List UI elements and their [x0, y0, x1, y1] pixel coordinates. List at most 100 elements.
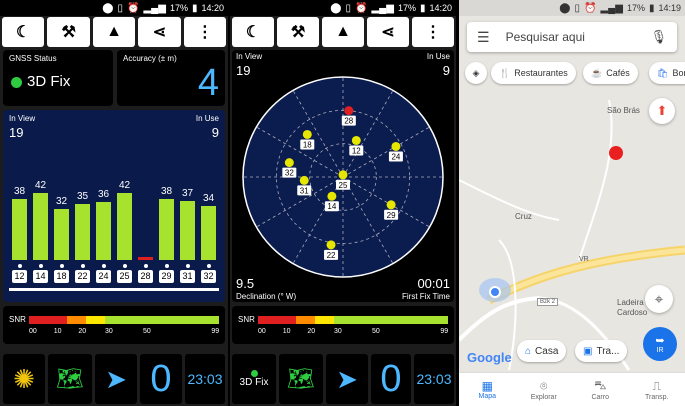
- gnss-status-label: GNSS Status: [9, 54, 57, 63]
- world-map-icon: 🗺: [56, 366, 84, 391]
- crosshair-icon: ⌖: [654, 290, 664, 308]
- my-location-button[interactable]: ⌖: [645, 285, 673, 313]
- compass-tile[interactable]: ➤: [95, 354, 137, 404]
- signal-icon: ▂▄▆: [143, 2, 166, 14]
- accuracy-label: Accuracy (± m): [123, 54, 177, 63]
- hamburger-menu-icon[interactable]: ☰: [477, 29, 490, 46]
- accuracy-value: 4: [197, 62, 219, 104]
- compass-icon: ➤: [105, 363, 127, 394]
- vibrate-icon: ▯: [117, 2, 124, 14]
- chip-cafes[interactable]: ☕ Cafés: [583, 62, 638, 84]
- prn-label: 25: [117, 270, 132, 283]
- selected-place-marker: [609, 146, 623, 160]
- zero-tile[interactable]: 0: [371, 354, 411, 404]
- satellite-marker: [299, 175, 309, 185]
- tools-button[interactable]: ⚒: [277, 17, 319, 47]
- satellite-marker: [327, 191, 337, 201]
- prn-label: 31: [180, 270, 195, 283]
- zero-value: 0: [150, 357, 172, 400]
- chip-label: Cafés: [606, 68, 630, 78]
- map-icon: ▦: [481, 379, 493, 393]
- time-value: 23:03: [416, 371, 452, 387]
- search-input[interactable]: Pesquisar aqui: [506, 30, 651, 44]
- tools-button[interactable]: ⚒: [47, 17, 90, 47]
- satellite-prn: 28: [344, 117, 353, 126]
- toolbar: ☾ ⚒ ▲ ⋖ ⋮: [232, 17, 454, 47]
- night-mode-button[interactable]: ☾: [232, 17, 274, 47]
- battery-level: 17%: [626, 3, 645, 13]
- chip-restaurants[interactable]: 🍴 Restaurantes: [491, 62, 576, 84]
- time-tile[interactable]: 23:03: [414, 354, 454, 404]
- snr-bar: [96, 202, 111, 260]
- chip-label: Bor: [672, 68, 685, 78]
- satellite-prn: 12: [352, 146, 361, 155]
- clock: 14:19: [658, 3, 681, 13]
- chip-bars[interactable]: 🛍 Bor: [649, 62, 685, 84]
- snr-value-label: 36: [97, 189, 110, 201]
- nav-driving[interactable]: ⛍ Carro: [572, 373, 629, 406]
- sky-icon: ✺: [13, 363, 35, 394]
- microphone-icon[interactable]: 🎙: [650, 29, 667, 45]
- tools-icon: ⚒: [61, 24, 76, 41]
- satellite-prn: 18: [303, 140, 312, 149]
- compass-icon: ➤: [336, 363, 358, 394]
- tools-icon: ⚒: [290, 24, 306, 41]
- prn-label: 29: [159, 270, 174, 283]
- snr-tick: 00: [258, 328, 266, 335]
- snr-tick: 30: [334, 328, 342, 335]
- sky-plot: 18 28 12 24 32 31 25 14 29 22: [242, 76, 444, 278]
- satellite-prn: 24: [391, 152, 400, 161]
- nav-map[interactable]: ▦ Mapa: [459, 373, 516, 406]
- layers-button[interactable]: ◈: [465, 62, 487, 84]
- menu-button[interactable]: ⋮: [183, 17, 227, 47]
- used-dot: [143, 264, 148, 268]
- nav-explore[interactable]: ⌾ Explorar: [516, 373, 573, 406]
- location-icon: ⬤: [559, 2, 571, 14]
- explore-pin-icon: ⌾: [540, 378, 548, 393]
- used-dot: [185, 264, 190, 268]
- first-fix-label: First Fix Time: [402, 292, 450, 301]
- home-icon: ⌂: [525, 345, 532, 357]
- menu-button[interactable]: ⋮: [412, 17, 454, 47]
- sky-view-screen: ⬤ ▯ ⏰ ▂▄▆ 17% ▮ 14:20 ☾ ⚒ ▲ ⋖ ⋮ In View …: [230, 0, 456, 406]
- snr-bar-chart: 38 12 42 14 32 18 35 22 36 24 42 25 28 38 29 37 31 34 32: [9, 150, 219, 300]
- nav-transit[interactable]: ⎍ Transp.: [629, 373, 685, 406]
- accuracy-panel: Accuracy (± m) 4: [117, 50, 225, 106]
- snr-label: SNR: [238, 315, 255, 324]
- chip-home[interactable]: ⌂ Casa: [517, 340, 567, 362]
- snr-tick: 99: [211, 328, 220, 335]
- navigate-button[interactable]: ▲: [92, 17, 136, 47]
- battery-icon: ▮: [648, 2, 655, 14]
- satellite-bar-panel: In View In Use 19 9 38 12 42 14 32 18 35 22 36 24…: [3, 110, 225, 302]
- night-mode-button[interactable]: ☾: [2, 17, 45, 47]
- directions-fab[interactable]: ➥ IR: [643, 327, 677, 361]
- prn-label: 22: [75, 270, 90, 283]
- share-button[interactable]: ⋖: [367, 17, 409, 47]
- arrow-up-icon: ▲: [106, 23, 122, 40]
- bus-icon: ⎍: [652, 378, 661, 393]
- map-tile[interactable]: 🗺: [48, 354, 92, 404]
- snr-bar: [12, 199, 27, 260]
- prn-label: 24: [96, 270, 111, 283]
- fix-tile-label: 3D Fix: [239, 377, 269, 388]
- status-bar: ⬤ ▯ ⏰ ▂▄▆ 17% ▮ 14:20: [0, 0, 228, 16]
- compass-tile[interactable]: ➤: [326, 354, 368, 404]
- place-label-cruz: Cruz: [515, 212, 532, 221]
- fix-tile[interactable]: 3D Fix: [232, 354, 276, 404]
- gnss-status-screen: ⬤ ▯ ⏰ ▂▄▆ 17% ▮ 14:20 ☾ ⚒ ▲ ⋖ ⋮ GNSS Sta…: [0, 0, 228, 406]
- snr-color-scale: [258, 316, 448, 324]
- compass-button[interactable]: ⬆: [649, 98, 675, 124]
- zero-value: 0: [380, 357, 402, 400]
- search-bar[interactable]: ☰ Pesquisar aqui 🎙: [467, 22, 677, 52]
- snr-value-label: 42: [118, 179, 131, 191]
- chip-work[interactable]: ▣ Tra...: [575, 340, 628, 362]
- share-button[interactable]: ⋖: [138, 17, 181, 47]
- in-use-label: In Use: [195, 114, 219, 123]
- signal-icon: ▂▄▆: [600, 2, 623, 14]
- used-dot: [17, 264, 22, 268]
- sky-tile[interactable]: ✺: [3, 354, 45, 404]
- zero-tile[interactable]: 0: [140, 354, 182, 404]
- navigate-button[interactable]: ▲: [322, 17, 364, 47]
- time-tile[interactable]: 23:03: [185, 354, 225, 404]
- map-tile[interactable]: 🗺: [279, 354, 323, 404]
